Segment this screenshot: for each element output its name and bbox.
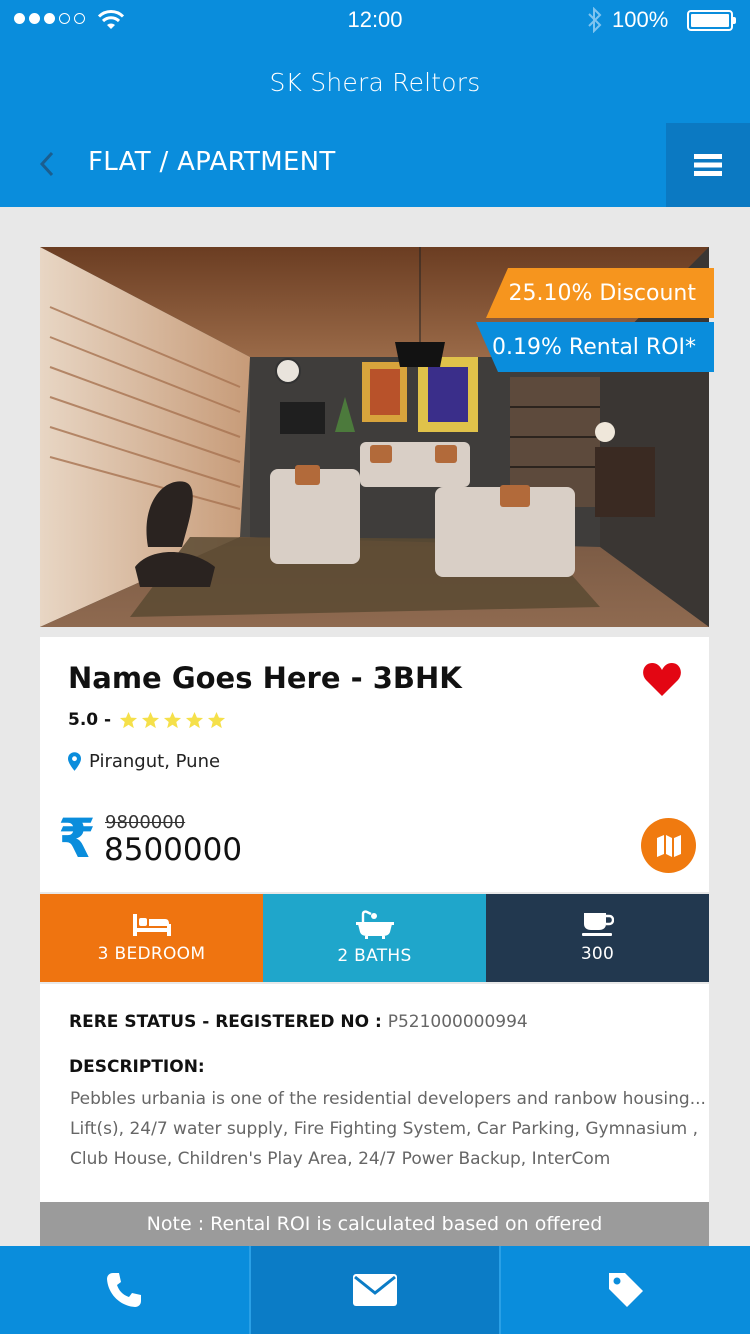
rere-registration-number: P521000000994: [387, 1012, 528, 1032]
roi-note: Note : Rental ROI is calculated based on…: [40, 1202, 709, 1246]
map-pin-icon: [68, 752, 81, 771]
battery-percent: 100%: [612, 7, 669, 32]
rating-stars: [119, 711, 226, 730]
map-button[interactable]: [641, 818, 696, 873]
feature-area-label: 300: [580, 944, 615, 964]
rere-status: RERE STATUS - REGISTERED NO : P521000000…: [69, 1012, 528, 1032]
bluetooth-icon: [588, 7, 602, 33]
property-summary-card: Name Goes Here - 3BHK 5.0 - Pirangut, Pu…: [40, 637, 709, 892]
phone-icon: [107, 1273, 142, 1307]
property-details: RERE STATUS - REGISTERED NO : P521000000…: [40, 984, 709, 1202]
property-name: Name Goes Here - 3BHK: [68, 661, 462, 695]
feature-bar: 3 BEDROOM 2 BATHS 300: [40, 894, 709, 982]
feature-area: 300: [486, 894, 709, 982]
mail-icon: [353, 1274, 397, 1306]
coffee-cup-icon: [581, 913, 614, 936]
app-title: SK Shera Reltors: [269, 68, 481, 97]
menu-button[interactable]: [666, 123, 750, 207]
description-heading: DESCRIPTION:: [69, 1057, 205, 1077]
map-icon: [656, 834, 681, 857]
call-button[interactable]: [0, 1246, 251, 1334]
location-text: Pirangut, Pune: [89, 751, 221, 772]
description-text: Pebbles urbania is one of the residentia…: [70, 1084, 706, 1174]
bed-icon: [132, 914, 171, 936]
battery-icon: [687, 10, 736, 31]
email-button[interactable]: [250, 1246, 502, 1334]
description-line: Club House, Children's Play Area, 24/7 P…: [70, 1149, 611, 1169]
rere-status-label: RERE STATUS - REGISTERED NO :: [69, 1012, 388, 1032]
feature-bedrooms: 3 BEDROOM: [40, 894, 263, 982]
location: Pirangut, Pune: [68, 751, 220, 772]
feature-baths-label: 2 BATHS: [337, 946, 412, 966]
discount-badge: 25.10% Discount: [486, 268, 714, 318]
tag-icon: [608, 1273, 643, 1307]
app-header: SK Shera Reltors FLAT / APARTMENT: [0, 41, 750, 207]
back-button[interactable]: [32, 147, 62, 181]
status-bar: 12:00 100%: [0, 0, 750, 41]
rating-value: 5.0 -: [68, 710, 112, 730]
bathtub-icon: [355, 910, 394, 939]
original-price: 9800000: [105, 812, 186, 833]
feature-bedrooms-label: 3 BEDROOM: [97, 944, 206, 964]
star-icon: [186, 711, 204, 728]
chevron-left-icon: [39, 151, 54, 177]
page-title: FLAT / APARTMENT: [88, 147, 336, 177]
rental-roi-badge: 0.19% Rental ROI*: [476, 322, 714, 372]
feature-baths: 2 BATHS: [263, 894, 486, 982]
favorite-button[interactable]: [642, 662, 682, 702]
hamburger-menu-icon: [694, 154, 722, 176]
rating: 5.0 -: [68, 710, 226, 730]
rupee-icon: ₹: [58, 807, 96, 870]
description-line: Pebbles urbania is one of the residentia…: [70, 1089, 706, 1109]
offer-tag-button[interactable]: [501, 1246, 750, 1334]
bottom-action-bar: [0, 1246, 750, 1334]
star-icon: [164, 711, 182, 728]
star-icon: [142, 711, 160, 728]
star-icon: [120, 711, 138, 728]
heart-icon: [643, 663, 681, 696]
star-icon: [208, 711, 226, 728]
description-line: Lift(s), 24/7 water supply, Fire Fightin…: [70, 1119, 699, 1139]
offer-price: 8500000: [104, 832, 243, 868]
